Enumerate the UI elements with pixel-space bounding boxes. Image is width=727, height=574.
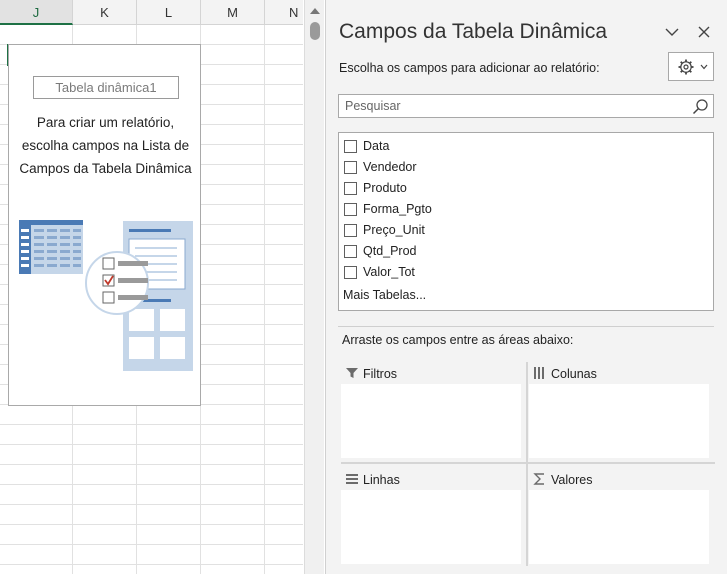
spreadsheet: J K L M N Tabela dinâmica1 Para criar um… bbox=[0, 0, 303, 574]
rows-drop-zone[interactable] bbox=[341, 490, 521, 564]
column-header-l[interactable]: L bbox=[137, 0, 201, 25]
rows-area-header: Linhas bbox=[341, 468, 521, 490]
field-label: Qtd_Prod bbox=[363, 244, 417, 258]
field-label: Forma_Pgto bbox=[363, 202, 432, 216]
field-item-produto[interactable]: Produto bbox=[343, 178, 703, 198]
field-checkbox[interactable] bbox=[344, 140, 357, 153]
field-checkbox[interactable] bbox=[344, 245, 357, 258]
sigma-icon bbox=[533, 473, 544, 485]
field-item-forma-pgto[interactable]: Forma_Pgto bbox=[343, 199, 703, 219]
column-header-k[interactable]: K bbox=[73, 0, 137, 25]
excel-window: J K L M N Tabela dinâmica1 Para criar um… bbox=[0, 0, 727, 574]
search-input[interactable] bbox=[339, 95, 685, 117]
pivot-instructions: Para criar um relatório, escolha campos … bbox=[13, 111, 198, 180]
field-item-vendedor[interactable]: Vendedor bbox=[343, 157, 703, 177]
filters-area-title: Filtros bbox=[363, 367, 398, 381]
pane-title: Campos da Tabela Dinâmica bbox=[339, 20, 608, 43]
pivot-illustration-icon bbox=[19, 220, 193, 371]
field-label: Produto bbox=[363, 181, 407, 195]
values-area-header: Valores bbox=[529, 468, 709, 490]
columns-icon bbox=[534, 367, 544, 379]
columns-area-title: Colunas bbox=[551, 367, 597, 381]
search-icon[interactable] bbox=[692, 98, 709, 115]
columns-area-header: Colunas bbox=[529, 362, 709, 384]
pivot-table-placeholder[interactable]: Tabela dinâmica1 Para criar um relatório… bbox=[8, 44, 201, 406]
field-checkbox[interactable] bbox=[344, 224, 357, 237]
field-label: Vendedor bbox=[363, 160, 417, 174]
rows-area: Linhas bbox=[341, 468, 521, 564]
search-box bbox=[338, 94, 714, 118]
instruction-line-2: escolha campos na Lista de bbox=[21, 138, 190, 153]
rows-area-title: Linhas bbox=[363, 473, 400, 487]
chevron-down-icon[interactable] bbox=[664, 24, 680, 40]
field-label: Preço_Unit bbox=[363, 223, 425, 237]
pivot-table-name: Tabela dinâmica1 bbox=[33, 76, 179, 99]
dropdown-arrow-icon bbox=[700, 64, 708, 70]
filters-area: Filtros bbox=[341, 362, 521, 458]
field-label: Valor_Tot bbox=[363, 265, 415, 279]
rows-icon bbox=[346, 474, 358, 484]
field-item-preco-unit[interactable]: Preço_Unit bbox=[343, 220, 703, 240]
area-vertical-divider bbox=[526, 362, 528, 566]
filters-drop-zone[interactable] bbox=[341, 384, 521, 458]
filter-icon bbox=[346, 368, 358, 378]
field-item-data[interactable]: Data bbox=[343, 136, 703, 156]
columns-area: Colunas bbox=[529, 362, 709, 458]
pane-divider bbox=[338, 326, 714, 327]
pivot-field-list-pane: Campos da Tabela Dinâmica Escolha os cam… bbox=[325, 0, 727, 574]
gear-icon bbox=[678, 59, 694, 75]
close-icon[interactable] bbox=[696, 24, 712, 40]
more-tables-link[interactable]: Mais Tabelas... bbox=[343, 288, 426, 302]
field-item-qtd-prod[interactable]: Qtd_Prod bbox=[343, 241, 703, 261]
field-checkbox[interactable] bbox=[344, 266, 357, 279]
column-headers: J K L M N bbox=[0, 0, 303, 25]
field-label: Data bbox=[363, 139, 390, 153]
values-drop-zone[interactable] bbox=[529, 490, 709, 564]
drag-fields-label: Arraste os campos entre as áreas abaixo: bbox=[342, 333, 574, 347]
field-checkbox[interactable] bbox=[344, 203, 357, 216]
column-header-m[interactable]: M bbox=[201, 0, 265, 25]
column-header-n[interactable]: N bbox=[265, 0, 303, 25]
choose-fields-label: Escolha os campos para adicionar ao rela… bbox=[339, 61, 600, 75]
values-area: Valores bbox=[529, 468, 709, 564]
field-checkbox[interactable] bbox=[344, 182, 357, 195]
area-horizontal-divider bbox=[341, 462, 715, 464]
columns-drop-zone[interactable] bbox=[529, 384, 709, 458]
field-list: Data Vendedor Produto Forma_Pgto Preço_U… bbox=[338, 132, 714, 311]
field-checkbox[interactable] bbox=[344, 161, 357, 174]
instruction-line-3: Campos da Tabela Dinâmica bbox=[19, 161, 192, 176]
field-item-valor-tot[interactable]: Valor_Tot bbox=[343, 262, 703, 282]
vertical-scrollbar[interactable] bbox=[304, 0, 324, 574]
values-area-title: Valores bbox=[551, 473, 593, 487]
tools-settings-button[interactable] bbox=[668, 52, 714, 81]
filters-area-header: Filtros bbox=[341, 362, 521, 384]
scrollbar-thumb[interactable] bbox=[310, 22, 320, 40]
column-header-j[interactable]: J bbox=[0, 0, 73, 25]
scroll-up-arrow-icon[interactable] bbox=[310, 8, 320, 14]
instruction-line-1: Para criar um relatório, bbox=[36, 115, 175, 130]
